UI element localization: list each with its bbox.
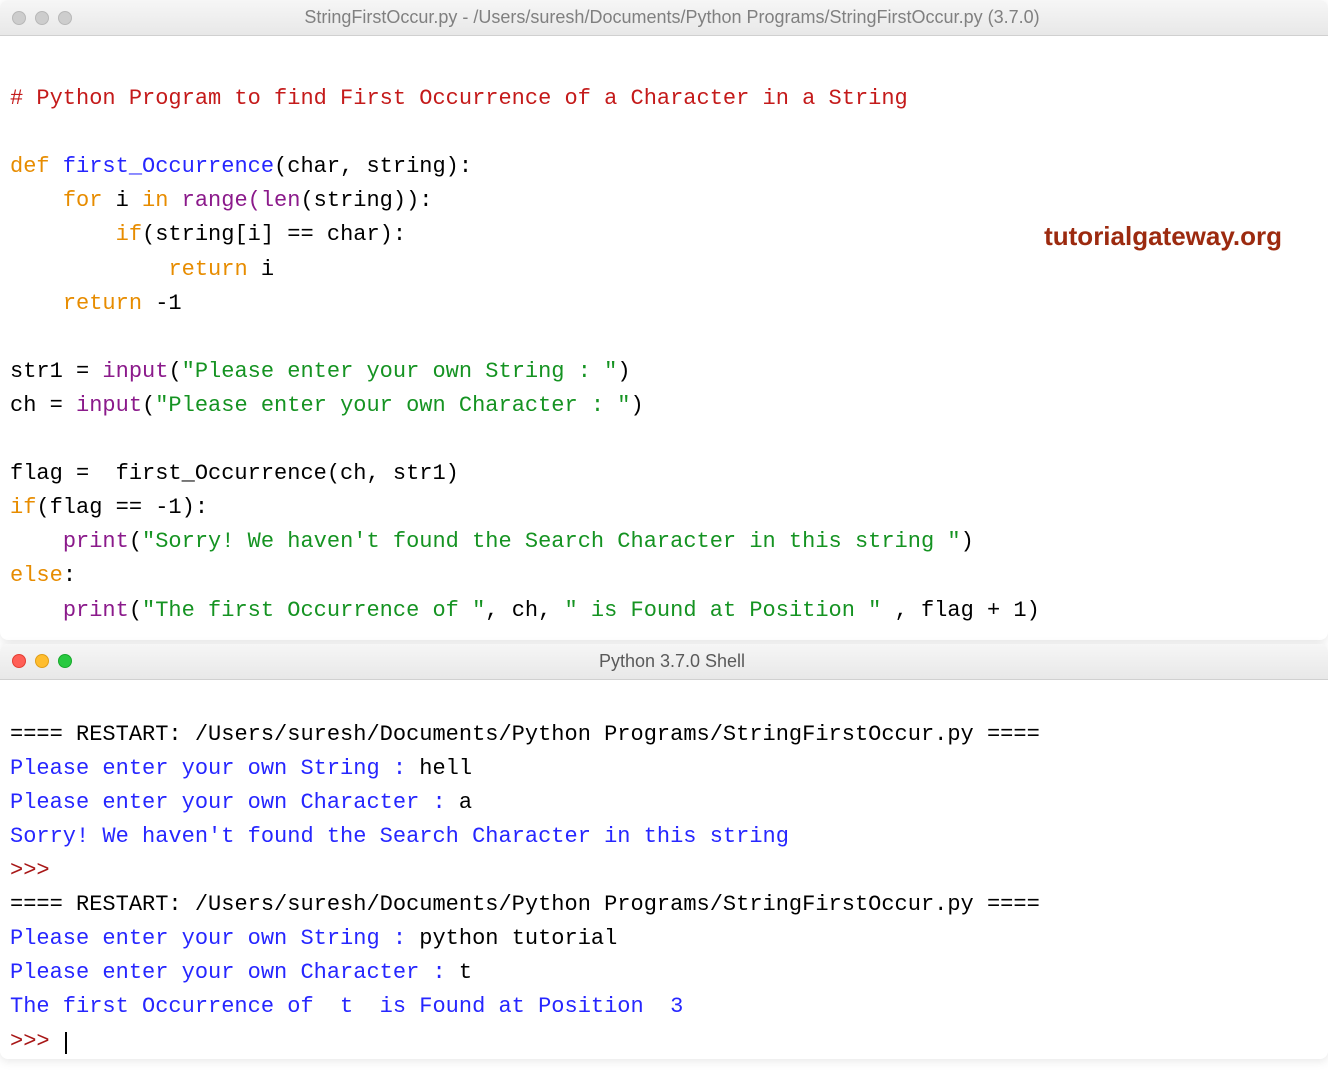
code-text: i <box>248 257 274 282</box>
watermark: tutorialgateway.org <box>1044 216 1282 256</box>
shell-prompt-text: Please enter your own Character : <box>10 790 459 815</box>
kw-return: return <box>63 291 142 316</box>
text-cursor <box>65 1032 67 1054</box>
code-text: ) <box>631 393 644 418</box>
shell-output[interactable]: ==== RESTART: /Users/suresh/Documents/Py… <box>0 680 1328 1059</box>
string-literal: "Please enter your own Character : " <box>155 393 630 418</box>
code-text: (char, string): <box>274 154 472 179</box>
shell-prompt-text: Please enter your own Character : <box>10 960 459 985</box>
code-text: ( <box>129 598 142 623</box>
shell-user-input: python tutorial <box>419 926 617 951</box>
shell-title: Python 3.7.0 Shell <box>28 651 1316 672</box>
builtin-input: input <box>102 359 168 384</box>
string-literal: "Sorry! We haven't found the Search Char… <box>142 529 961 554</box>
shell-text: ==== <box>10 722 76 747</box>
code-text: ( <box>129 529 142 554</box>
builtin-input: input <box>76 393 142 418</box>
shell-window: Python 3.7.0 Shell ==== RESTART: /Users/… <box>0 644 1328 1059</box>
shell-titlebar[interactable]: Python 3.7.0 Shell <box>0 644 1328 680</box>
shell-prompt: >>> <box>10 1029 63 1054</box>
shell-text: ==== <box>10 892 76 917</box>
builtin-print: print <box>63 598 129 623</box>
shell-output-text: The first Occurrence of t is Found at Po… <box>10 994 683 1019</box>
editor-title: StringFirstOccur.py - /Users/suresh/Docu… <box>28 7 1316 28</box>
editor-window: StringFirstOccur.py - /Users/suresh/Docu… <box>0 0 1328 640</box>
code-text: , flag + 1) <box>881 598 1039 623</box>
editor-titlebar[interactable]: StringFirstOccur.py - /Users/suresh/Docu… <box>0 0 1328 36</box>
shell-prompt-text: Please enter your own String : <box>10 926 419 951</box>
code-text: ( <box>142 393 155 418</box>
code-text: i <box>102 188 142 213</box>
builtin-print: print <box>63 529 129 554</box>
code-editor[interactable]: # Python Program to find First Occurrenc… <box>0 36 1328 640</box>
code-text: str1 = <box>10 359 102 384</box>
shell-user-input: t <box>459 960 472 985</box>
string-literal: "The first Occurrence of " <box>142 598 485 623</box>
shell-restart: RESTART: /Users/suresh/Documents/Python … <box>76 722 974 747</box>
kw-if: if <box>10 495 36 520</box>
builtin-range: range <box>168 188 247 213</box>
string-literal: "Please enter your own String : " <box>182 359 618 384</box>
shell-user-input: hell <box>419 756 472 781</box>
builtin-len: (len <box>248 188 301 213</box>
code-text: ( <box>168 359 181 384</box>
func-name: first_Occurrence <box>50 154 274 179</box>
shell-prompt-text: Please enter your own String : <box>10 756 419 781</box>
code-text: , ch, <box>485 598 564 623</box>
kw-for: for <box>63 188 103 213</box>
shell-prompt: >>> <box>10 858 63 883</box>
shell-output-text: Sorry! We haven't found the Search Chara… <box>10 824 802 849</box>
code-text: (string[i] == char): <box>142 222 406 247</box>
code-text: : <box>63 563 76 588</box>
kw-if: if <box>116 222 142 247</box>
code-text: ) <box>617 359 630 384</box>
shell-text: ==== <box>974 892 1040 917</box>
shell-user-input: a <box>459 790 472 815</box>
code-text: ch = <box>10 393 76 418</box>
code-text: (flag == -1): <box>36 495 208 520</box>
kw-else: else <box>10 563 63 588</box>
code-text: -1 <box>142 291 182 316</box>
shell-restart: RESTART: /Users/suresh/Documents/Python … <box>76 892 974 917</box>
shell-text: ==== <box>974 722 1040 747</box>
string-literal: " is Found at Position " <box>565 598 882 623</box>
kw-in: in <box>142 188 168 213</box>
close-icon[interactable] <box>12 654 26 668</box>
code-text: flag = first_Occurrence(ch, str1) <box>10 461 459 486</box>
kw-return: return <box>168 257 247 282</box>
code-text: (string)): <box>300 188 432 213</box>
close-icon[interactable] <box>12 11 26 25</box>
code-comment: # Python Program to find First Occurrenc… <box>10 86 908 111</box>
kw-def: def <box>10 154 50 179</box>
code-text: ) <box>961 529 974 554</box>
